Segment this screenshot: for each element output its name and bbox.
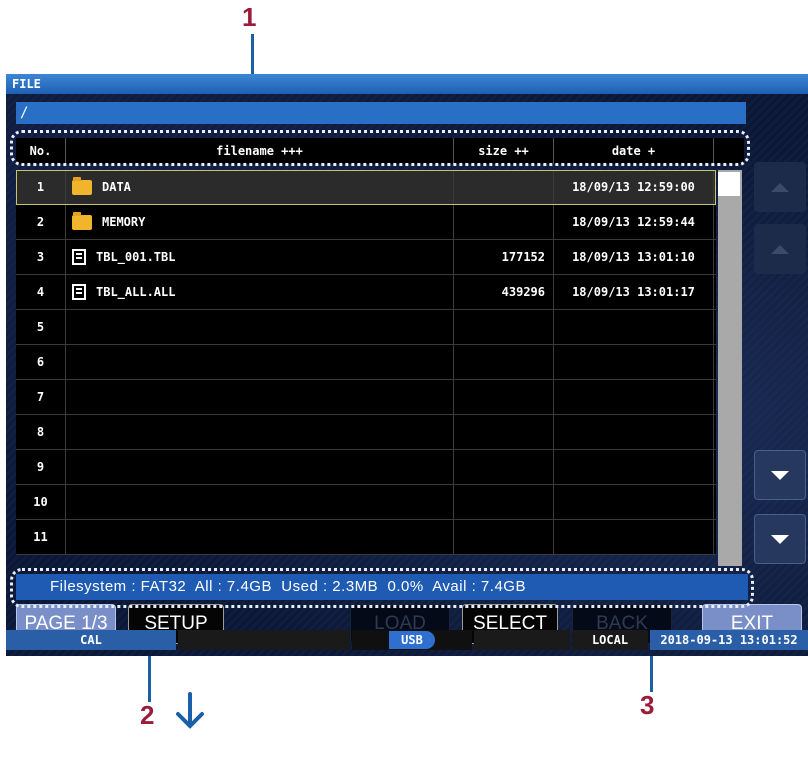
table-row[interactable]: 4 TBL_ALL.ALL 439296 18/09/13 13:01:17 — [16, 275, 716, 310]
row-date — [554, 345, 714, 379]
callout-number-1: 1 — [242, 2, 257, 32]
folder-icon — [72, 211, 92, 230]
file-list: 1 DATA 18/09/13 12:59:00 2 MEMORY 18/09/13 12… — [16, 170, 716, 555]
arrow-down-icon — [176, 692, 204, 729]
row-filename-cell — [66, 345, 454, 379]
row-number: 3 — [16, 240, 66, 274]
row-size — [454, 170, 554, 204]
table-row[interactable]: 6 — [16, 345, 716, 380]
row-size: 439296 — [454, 275, 554, 309]
row-filename-cell — [66, 450, 454, 484]
row-date: 18/09/13 13:01:10 — [554, 240, 714, 274]
highlight-header — [10, 130, 750, 166]
row-filename-cell — [66, 415, 454, 449]
up-icon — [771, 244, 789, 254]
window-title: FILE — [6, 74, 808, 94]
highlight-filesystem — [10, 568, 754, 608]
row-date — [554, 415, 714, 449]
row-number: 10 — [16, 485, 66, 519]
row-filename-cell: TBL_001.TBL — [66, 240, 454, 274]
callout-number-3: 3 — [640, 690, 655, 720]
row-filename-cell: MEMORY — [66, 205, 454, 239]
table-row[interactable]: 10 — [16, 485, 716, 520]
scrollbar-track[interactable] — [718, 170, 742, 566]
scroll-top-button[interactable] — [754, 162, 806, 212]
table-row[interactable]: 7 — [16, 380, 716, 415]
down-icon — [771, 470, 789, 480]
table-row[interactable]: 8 — [16, 415, 716, 450]
row-number: 8 — [16, 415, 66, 449]
scroll-bottom-button[interactable] — [754, 514, 806, 564]
status-usb: USB — [352, 630, 472, 650]
row-filename: MEMORY — [102, 215, 146, 229]
table-row[interactable]: 11 — [16, 520, 716, 555]
status-datetime: 2018-09-13 13:01:52 — [650, 630, 808, 650]
row-filename: TBL_ALL.ALL — [96, 285, 176, 299]
row-number: 4 — [16, 275, 66, 309]
status-blank-2 — [474, 630, 570, 650]
row-number: 2 — [16, 205, 66, 239]
double-down-icon — [771, 534, 789, 544]
table-row[interactable]: 1 DATA 18/09/13 12:59:00 — [16, 170, 716, 205]
row-filename-cell: TBL_ALL.ALL — [66, 275, 454, 309]
status-local: LOCAL — [572, 630, 648, 650]
table-row[interactable]: 5 — [16, 310, 716, 345]
row-number: 6 — [16, 345, 66, 379]
scroll-up-button[interactable] — [754, 224, 806, 274]
row-size: 177152 — [454, 240, 554, 274]
status-cal: CAL — [6, 630, 176, 650]
row-filename-cell — [66, 485, 454, 519]
row-date — [554, 520, 714, 554]
row-number: 9 — [16, 450, 66, 484]
row-filename-cell — [66, 520, 454, 554]
row-filename: DATA — [102, 180, 131, 194]
status-blank-1 — [178, 630, 350, 650]
row-size — [454, 485, 554, 519]
row-date — [554, 310, 714, 344]
row-date — [554, 450, 714, 484]
path-bar: / — [16, 102, 746, 124]
file-icon — [72, 284, 86, 300]
row-size — [454, 415, 554, 449]
row-number: 11 — [16, 520, 66, 554]
scrollbar-thumb[interactable] — [718, 172, 740, 196]
file-icon — [72, 249, 86, 265]
table-row[interactable]: 2 MEMORY 18/09/13 12:59:44 — [16, 205, 716, 240]
double-up-icon — [771, 182, 789, 192]
row-size — [454, 345, 554, 379]
callout-number-2: 2 — [140, 700, 155, 730]
row-filename-cell — [66, 310, 454, 344]
row-date: 18/09/13 13:01:17 — [554, 275, 714, 309]
row-size — [454, 520, 554, 554]
table-row[interactable]: 3 TBL_001.TBL 177152 18/09/13 13:01:10 — [16, 240, 716, 275]
row-filename: TBL_001.TBL — [96, 250, 176, 264]
row-number: 1 — [16, 170, 66, 204]
row-size — [454, 450, 554, 484]
row-date — [554, 485, 714, 519]
row-date: 18/09/13 12:59:44 — [554, 205, 714, 239]
usb-badge: USB — [389, 631, 435, 649]
row-filename-cell: DATA — [66, 170, 454, 204]
scroll-down-button[interactable] — [754, 450, 806, 500]
row-date — [554, 380, 714, 414]
row-date: 18/09/13 12:59:00 — [554, 170, 714, 204]
row-filename-cell — [66, 380, 454, 414]
row-size — [454, 205, 554, 239]
table-row[interactable]: 9 — [16, 450, 716, 485]
folder-icon — [72, 176, 92, 195]
row-number: 5 — [16, 310, 66, 344]
row-size — [454, 380, 554, 414]
row-number: 7 — [16, 380, 66, 414]
row-size — [454, 310, 554, 344]
